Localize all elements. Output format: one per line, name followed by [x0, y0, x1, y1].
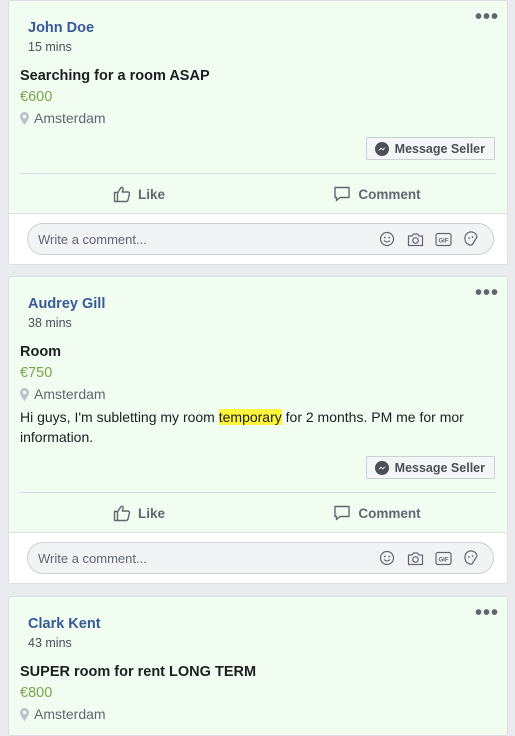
comment-input[interactable]: Write a comment... GIF [27, 542, 494, 574]
post-timestamp[interactable]: 15 mins [28, 40, 72, 54]
svg-text:GIF: GIF [438, 557, 448, 563]
like-label: Like [137, 505, 165, 521]
post-price: €600 [20, 89, 53, 105]
messenger-icon [374, 460, 389, 475]
highlighted-word: temporary [218, 409, 282, 425]
description-text: Hi guys, I'm subletting my room [20, 409, 219, 425]
comment-placeholder: Write a comment... [38, 550, 147, 566]
like-thumb-icon [113, 505, 131, 522]
comment-button[interactable]: Comment [258, 175, 496, 213]
post-timestamp[interactable]: 38 mins [28, 316, 72, 330]
post-author[interactable]: Audrey Gill [28, 296, 105, 312]
message-seller-label: Message Seller [394, 141, 485, 156]
post-price: €800 [20, 685, 53, 701]
post-title: Room [20, 344, 62, 360]
post-card: Audrey Gill 38 mins ••• Room €750 Amster… [8, 276, 508, 584]
more-options-icon[interactable]: ••• [475, 7, 499, 27]
message-seller-button[interactable]: Message Seller [365, 137, 495, 160]
messenger-icon [374, 141, 389, 156]
post-location: Amsterdam [20, 110, 106, 126]
like-label: Like [137, 186, 165, 202]
comment-area: Write a comment... GIF [9, 213, 507, 264]
comment-placeholder: Write a comment... [38, 231, 147, 247]
comment-label: Comment [358, 186, 421, 202]
post-location: Amsterdam [20, 706, 106, 722]
location-pin-icon [20, 387, 29, 401]
message-seller-label: Message Seller [394, 460, 485, 475]
post-card: John Doe 15 mins ••• Searching for a roo… [8, 0, 508, 265]
emoji-icon[interactable] [373, 231, 401, 247]
like-button[interactable]: Like [20, 175, 258, 213]
comment-bubble-icon [334, 186, 351, 202]
location-pin-icon [20, 707, 29, 721]
comment-area: Write a comment... GIF [9, 532, 507, 583]
camera-icon[interactable] [401, 551, 429, 566]
divider [20, 492, 496, 493]
location-label: Amsterdam [34, 706, 106, 722]
camera-icon[interactable] [401, 232, 429, 247]
comment-bubble-icon [334, 505, 351, 521]
post-card: Clark Kent 43 mins ••• SUPER room for re… [8, 596, 508, 736]
like-thumb-icon [113, 186, 131, 203]
post-price: €750 [20, 365, 53, 381]
location-pin-icon [20, 111, 29, 125]
comment-input[interactable]: Write a comment... GIF [27, 223, 494, 255]
post-actions: Like Comment [20, 175, 496, 213]
svg-text:GIF: GIF [438, 238, 448, 244]
more-options-icon[interactable]: ••• [475, 283, 499, 303]
divider [20, 173, 496, 174]
like-button[interactable]: Like [20, 494, 258, 532]
post-author[interactable]: Clark Kent [28, 616, 101, 632]
gif-icon[interactable]: GIF [429, 232, 457, 247]
post-actions: Like Comment [20, 494, 496, 532]
comment-label: Comment [358, 505, 421, 521]
message-seller-button[interactable]: Message Seller [365, 456, 495, 479]
post-location: Amsterdam [20, 386, 106, 402]
sticker-icon[interactable] [457, 550, 485, 566]
post-timestamp[interactable]: 43 mins [28, 636, 72, 650]
more-options-icon[interactable]: ••• [475, 603, 499, 623]
post-description: Hi guys, I'm subletting my room temporar… [20, 407, 500, 447]
gif-icon[interactable]: GIF [429, 551, 457, 566]
comment-button[interactable]: Comment [258, 494, 496, 532]
location-label: Amsterdam [34, 110, 106, 126]
location-label: Amsterdam [34, 386, 106, 402]
post-title: SUPER room for rent LONG TERM [20, 664, 257, 680]
emoji-icon[interactable] [373, 550, 401, 566]
post-title: Searching for a room ASAP [20, 68, 210, 84]
post-author[interactable]: John Doe [28, 20, 94, 36]
sticker-icon[interactable] [457, 231, 485, 247]
